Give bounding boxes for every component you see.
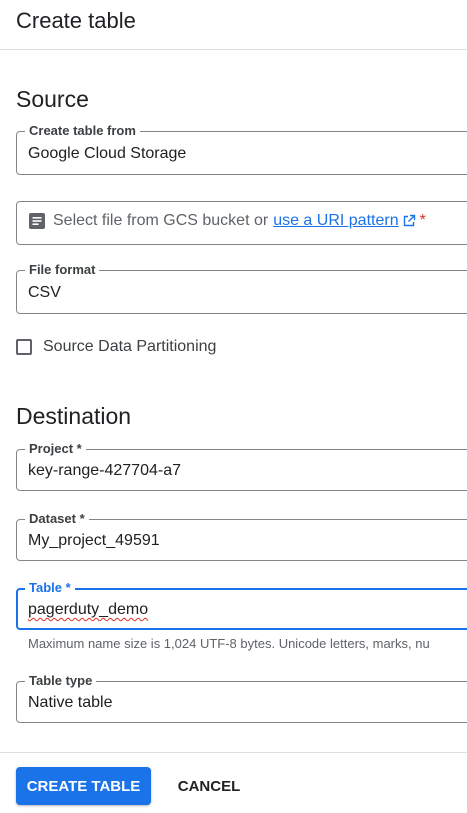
project-value: key-range-427704-a7 [28, 462, 181, 479]
dataset-label: Dataset * [25, 511, 89, 527]
uri-pattern-link[interactable]: use a URI pattern [273, 212, 398, 230]
create-table-from-select[interactable]: Create table from Google Cloud Storage [16, 123, 467, 175]
source-partitioning-label: Source Data Partitioning [43, 338, 217, 355]
table-name-label: Table * [25, 580, 75, 596]
file-format-value: CSV [28, 284, 61, 301]
project-input[interactable]: Project * key-range-427704-a7 [16, 441, 467, 491]
cancel-button[interactable]: CANCEL [168, 767, 250, 805]
table-type-label: Table type [25, 673, 97, 689]
destination-section-title: Destination [16, 403, 132, 429]
file-format-label: File format [25, 262, 100, 278]
table-type-select[interactable]: Table type Native table [16, 673, 467, 723]
gcs-file-input[interactable]: Select file from GCS bucket or use a URI… [16, 201, 467, 245]
table-name-hint: Maximum name size is 1,024 UTF-8 bytes. … [28, 636, 430, 651]
page-title: Create table [16, 8, 136, 33]
footer-divider [0, 752, 467, 753]
table-name-input[interactable]: Table * pagerduty_demo [16, 580, 467, 630]
file-format-select[interactable]: File format CSV [16, 262, 467, 314]
external-link-icon [403, 214, 415, 227]
dataset-input[interactable]: Dataset * My_project_49591 [16, 511, 467, 561]
create-table-button[interactable]: CREATE TABLE [16, 767, 151, 805]
required-marker: * [419, 212, 426, 229]
table-name-value: pagerduty_demo [28, 601, 149, 618]
create-table-from-label: Create table from [25, 123, 140, 139]
create-table-from-value: Google Cloud Storage [28, 145, 187, 162]
dataset-value: My_project_49591 [28, 532, 160, 549]
file-list-icon [29, 213, 45, 229]
source-partitioning-checkbox[interactable] [16, 339, 32, 355]
table-type-value: Native table [28, 694, 113, 711]
gcs-file-placeholder: Select file from GCS bucket or [53, 212, 269, 229]
source-section-title: Source [16, 86, 89, 112]
page-header: Create table [0, 0, 467, 50]
source-partitioning-row[interactable]: Source Data Partitioning [16, 338, 216, 356]
gcs-file-row: Select file from GCS bucket or use a URI… [28, 212, 426, 230]
project-label: Project * [25, 441, 86, 457]
